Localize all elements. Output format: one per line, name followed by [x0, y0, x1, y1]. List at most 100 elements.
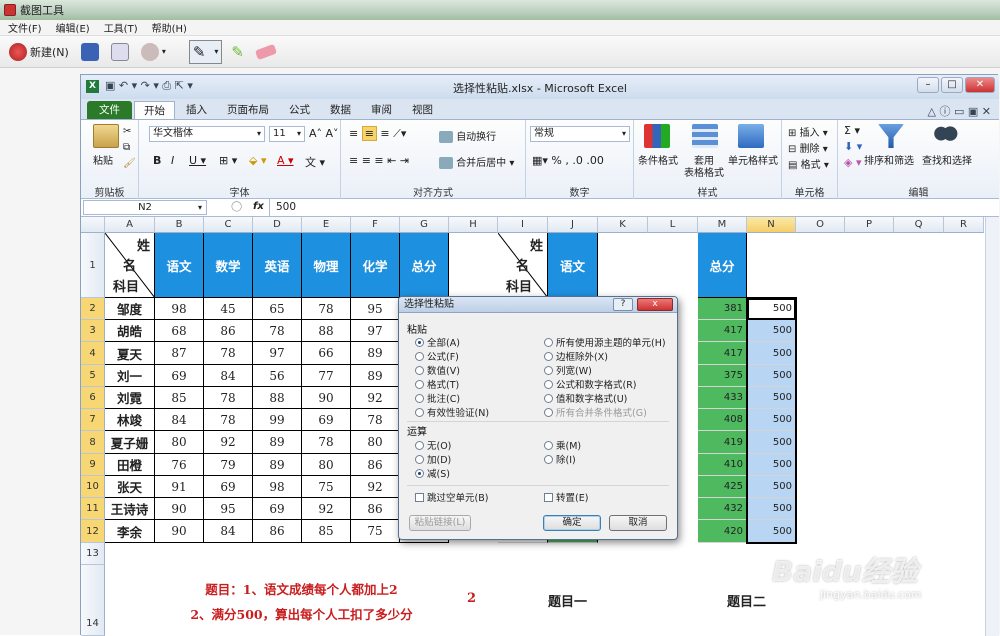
- new-snip-button[interactable]: 新建(N): [6, 40, 72, 64]
- score-cell[interactable]: 87: [155, 342, 204, 365]
- column-header-d[interactable]: D: [253, 217, 302, 233]
- minimize-button[interactable]: –: [917, 77, 939, 93]
- student-name-cell[interactable]: 李余: [105, 520, 155, 543]
- row-header-5[interactable]: 5: [81, 365, 105, 387]
- score-cell[interactable]: 66: [302, 342, 351, 365]
- score-cell[interactable]: 97: [253, 342, 302, 365]
- underline-button[interactable]: U ▾: [189, 154, 206, 167]
- transpose-checkbox[interactable]: 转置(E): [544, 490, 588, 504]
- close-button[interactable]: ✕: [965, 77, 995, 93]
- number-format-select[interactable]: 常规 ▾: [530, 126, 630, 142]
- score-cell[interactable]: 76: [155, 454, 204, 476]
- send-button[interactable]: ▾: [138, 40, 169, 64]
- paste-link-button[interactable]: 粘贴链接(L): [409, 515, 471, 531]
- tab-formulas[interactable]: 公式: [280, 101, 319, 119]
- row-header-1[interactable]: 1: [81, 233, 105, 298]
- skip-blanks-checkbox[interactable]: 跳过空单元(B): [415, 490, 488, 504]
- ok-button[interactable]: 确定: [543, 515, 601, 531]
- font-color-button[interactable]: A ▾: [277, 154, 294, 167]
- score-cell[interactable]: 69: [253, 498, 302, 520]
- score-cell[interactable]: 89: [351, 342, 400, 365]
- highlighter-button[interactable]: ✎: [228, 40, 247, 64]
- n-cell[interactable]: 500: [747, 409, 796, 431]
- column-header-i[interactable]: I: [498, 217, 548, 233]
- autosum-button[interactable]: Σ ▾: [844, 124, 860, 137]
- score-cell[interactable]: 78: [302, 431, 351, 454]
- name-box[interactable]: N2 ▾: [83, 200, 207, 215]
- column-header-e[interactable]: E: [302, 217, 351, 233]
- n-cell[interactable]: 500: [747, 431, 796, 454]
- row-header-2[interactable]: 2: [81, 298, 105, 320]
- paste-option-left-2[interactable]: 数值(V): [415, 363, 460, 377]
- operation-option-right-1[interactable]: 除(I): [544, 452, 576, 466]
- column-header-h[interactable]: H: [449, 217, 498, 233]
- header-cell-1[interactable]: 语文: [155, 233, 204, 298]
- conditional-format-button[interactable]: 条件格式: [638, 152, 678, 167]
- column-header-o[interactable]: O: [796, 217, 845, 233]
- pen-button[interactable]: ✎ ▾: [188, 39, 223, 64]
- student-name-cell[interactable]: 夏子姗: [105, 431, 155, 454]
- n-cell[interactable]: 500: [747, 320, 796, 342]
- column-header-q[interactable]: Q: [894, 217, 944, 233]
- n-cell[interactable]: 500: [747, 298, 796, 320]
- total-cell-m[interactable]: 433: [698, 387, 747, 409]
- maximize-button[interactable]: □: [941, 77, 963, 93]
- row-header-4[interactable]: 4: [81, 342, 105, 365]
- score-cell[interactable]: 78: [204, 387, 253, 409]
- student-name-cell[interactable]: 田橙: [105, 454, 155, 476]
- score-cell[interactable]: 86: [351, 498, 400, 520]
- score-cell[interactable]: 86: [204, 320, 253, 342]
- header-cell-6[interactable]: 总分: [400, 233, 449, 298]
- operation-option-left-2[interactable]: 减(S): [415, 466, 450, 480]
- score-cell[interactable]: 89: [253, 454, 302, 476]
- score-cell[interactable]: 86: [253, 520, 302, 543]
- dialog-help-button[interactable]: ?: [613, 298, 633, 311]
- tab-file[interactable]: 文件: [87, 101, 132, 119]
- paste-icon[interactable]: [93, 124, 119, 148]
- score-cell[interactable]: 98: [155, 298, 204, 320]
- header-cell-2[interactable]: 数学: [204, 233, 253, 298]
- paste-option-right-2[interactable]: 列宽(W): [544, 363, 592, 377]
- score-cell[interactable]: 95: [204, 498, 253, 520]
- score-cell[interactable]: 69: [302, 409, 351, 431]
- copy-button[interactable]: [108, 40, 132, 64]
- clear-button[interactable]: ◈ ▾: [844, 156, 861, 169]
- row-header-10[interactable]: 10: [81, 476, 105, 498]
- format-painter-icon[interactable]: 🖌: [123, 158, 136, 169]
- paste-button[interactable]: 粘贴: [93, 152, 113, 167]
- score-cell[interactable]: 45: [204, 298, 253, 320]
- student-name-cell[interactable]: 王诗诗: [105, 498, 155, 520]
- total-cell-m[interactable]: 375: [698, 365, 747, 387]
- vertical-scrollbar[interactable]: [985, 217, 999, 636]
- column-header-l[interactable]: L: [648, 217, 698, 233]
- paste-option-right-3[interactable]: 公式和数字格式(R): [544, 377, 637, 391]
- score-cell[interactable]: 75: [302, 476, 351, 498]
- score-cell[interactable]: 99: [253, 409, 302, 431]
- sort-filter-button[interactable]: 排序和筛选: [864, 152, 914, 167]
- phonetic-button[interactable]: 文 ▾: [305, 154, 325, 170]
- row-header-7[interactable]: 7: [81, 409, 105, 431]
- find-select-button[interactable]: 查找和选择: [922, 152, 972, 167]
- score-cell[interactable]: 92: [351, 476, 400, 498]
- insert-function-button[interactable]: fx: [253, 201, 264, 212]
- paste-option-left-4[interactable]: 批注(C): [415, 391, 460, 405]
- score-cell[interactable]: 80: [351, 431, 400, 454]
- score-cell[interactable]: 85: [302, 520, 351, 543]
- score-cell[interactable]: 98: [253, 476, 302, 498]
- total-cell-m[interactable]: 432: [698, 498, 747, 520]
- row-header-3[interactable]: 3: [81, 320, 105, 342]
- tab-page-layout[interactable]: 页面布局: [218, 101, 278, 119]
- score-cell[interactable]: 92: [204, 431, 253, 454]
- score-cell[interactable]: 89: [253, 431, 302, 454]
- column-header-j[interactable]: J: [548, 217, 598, 233]
- score-cell[interactable]: 85: [155, 387, 204, 409]
- header-cell-m[interactable]: 总分: [698, 233, 747, 298]
- n-cell[interactable]: 500: [747, 365, 796, 387]
- student-name-cell[interactable]: 邹度: [105, 298, 155, 320]
- header-cell-5[interactable]: 化学: [351, 233, 400, 298]
- row-header-14[interactable]: 14: [81, 565, 105, 636]
- insert-cells-button[interactable]: ⊞ 插入 ▾: [788, 124, 828, 139]
- paste-option-right-1[interactable]: 边框除外(X): [544, 349, 608, 363]
- paste-option-right-0[interactable]: 所有使用源主题的单元(H): [544, 335, 666, 349]
- score-cell[interactable]: 78: [302, 298, 351, 320]
